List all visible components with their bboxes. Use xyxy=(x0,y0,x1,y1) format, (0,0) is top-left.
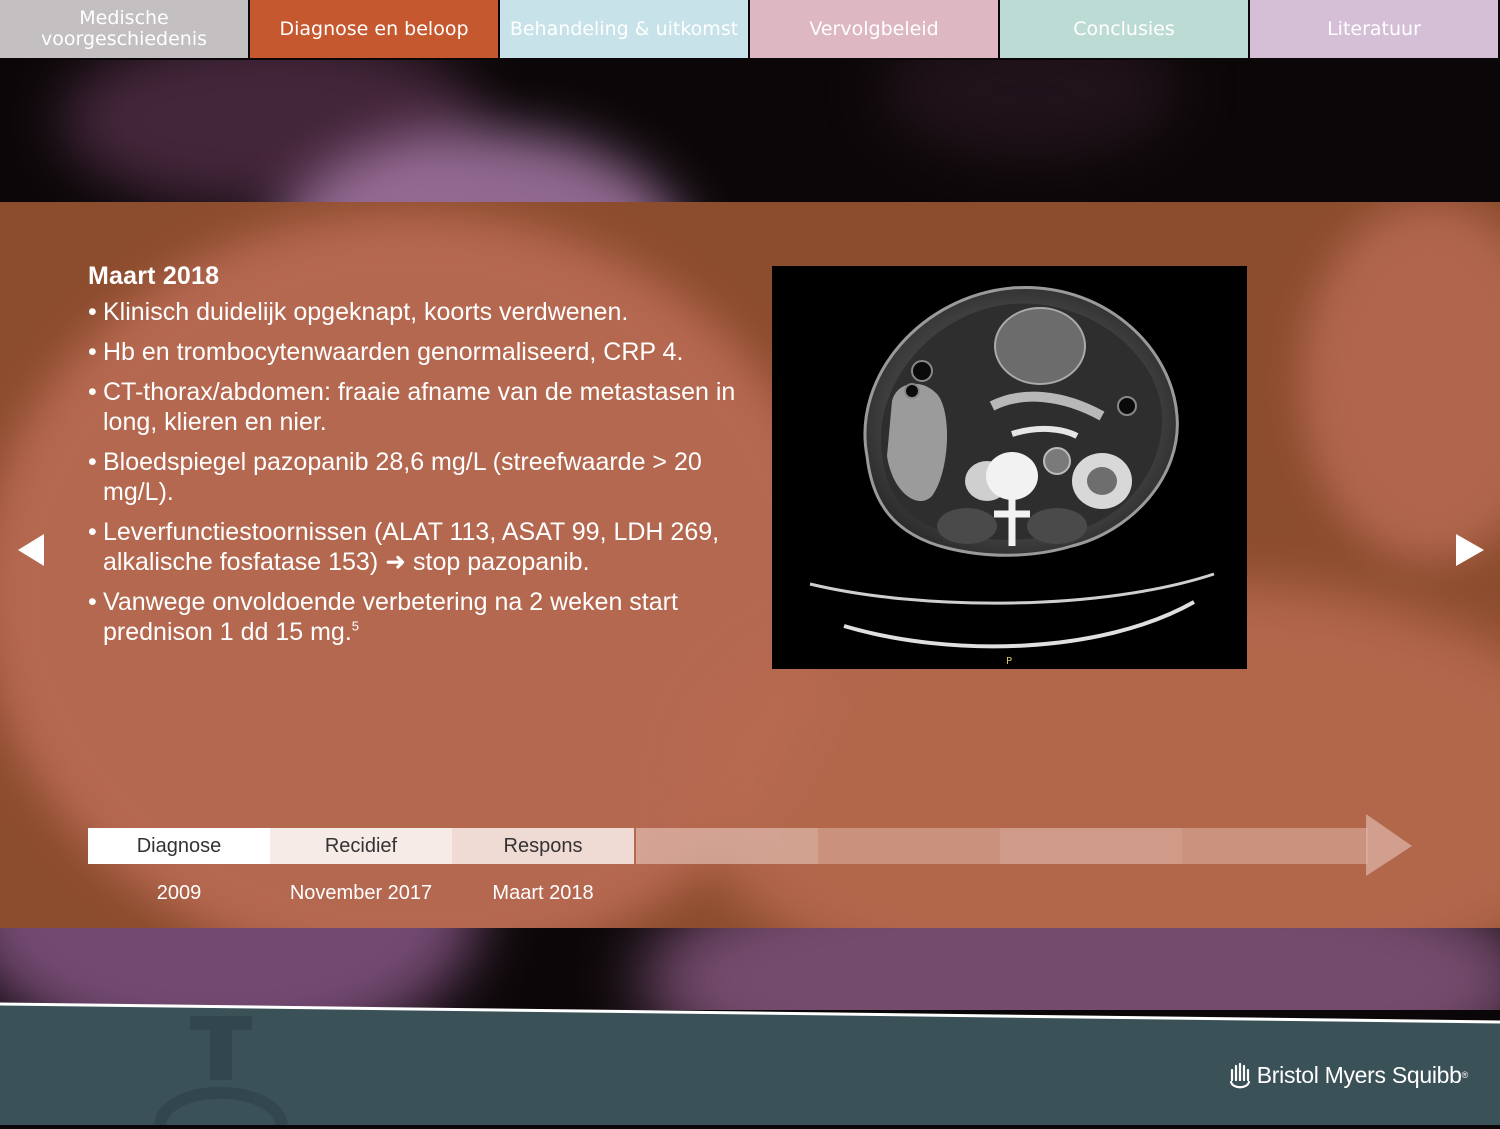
tab-label: Literatuur xyxy=(1327,17,1421,40)
tab-vervolgbeleid[interactable]: Vervolgbeleid xyxy=(750,0,998,58)
brand-name: Bristol Myers Squibb xyxy=(1256,1061,1462,1088)
timeline-stage-respons[interactable]: Respons xyxy=(452,828,634,864)
timeline-date: Maart 2018 xyxy=(492,882,594,904)
tab-conclusies[interactable]: Conclusies xyxy=(1000,0,1248,58)
timeline-stage-diagnose[interactable]: Diagnose xyxy=(88,828,270,864)
timeline: Diagnose Recidief Respons xyxy=(88,812,1418,882)
brand-trademark: ® xyxy=(1461,1070,1469,1080)
previous-slide-button[interactable] xyxy=(14,532,50,568)
arrow-left-icon xyxy=(18,534,44,566)
brand-logo: Bristol Myers Squibb ® xyxy=(1227,1060,1468,1090)
tab-label: Conclusies xyxy=(1073,17,1175,40)
panel-texture xyxy=(1300,202,1500,562)
tab-label: Vervolgbeleid xyxy=(809,17,939,40)
tab-medische-voorgeschiedenis[interactable]: Medische voorgeschiedenis xyxy=(0,0,248,58)
bullet-text: Bloedspiegel pazopanib 28,6 mg/L (streef… xyxy=(103,448,702,506)
tab-behandeling-uitkomst[interactable]: Behandeling & uitkomst xyxy=(500,0,748,58)
timeline-date: 2009 xyxy=(156,882,202,904)
timeline-date: November 2017 xyxy=(289,882,433,904)
bullet-text: Vanwege onvoldoende verbetering na 2 wek… xyxy=(103,588,678,646)
tab-label: Medische voorgeschiedenis xyxy=(40,7,208,50)
bullet-item: CT-thorax/abdomen: fraaie afname van de … xyxy=(88,377,738,437)
arrow-right-icon xyxy=(1456,534,1484,566)
hand-logo-icon xyxy=(1229,1062,1250,1089)
background-blob xyxy=(880,60,1180,160)
bullet-item: Leverfunctiestoornissen (ALAT 113, ASAT … xyxy=(88,517,738,577)
bullet-item: Bloedspiegel pazopanib 28,6 mg/L (streef… xyxy=(88,447,738,507)
bullet-text: Klinisch duidelijk opgeknapt, koorts ver… xyxy=(103,298,629,326)
section-heading: Maart 2018 xyxy=(88,262,220,290)
timeline-stage-label: Respons xyxy=(503,834,583,857)
timeline-stage-label: Diagnose xyxy=(136,834,222,857)
ct-scan-drawing: P xyxy=(772,266,1247,669)
ct-scan-image: P xyxy=(772,266,1247,669)
bullet-text: Leverfunctiestoornissen (ALAT 113, ASAT … xyxy=(103,518,720,576)
bullet-item: Vanwege onvoldoende verbetering na 2 wek… xyxy=(88,587,738,647)
tab-label: Behandeling & uitkomst xyxy=(509,17,739,40)
tab-diagnose-en-beloop[interactable]: Diagnose en beloop xyxy=(250,0,498,58)
timeline-stage-recidief[interactable]: Recidief xyxy=(270,828,452,864)
tab-literatuur[interactable]: Literatuur xyxy=(1250,0,1498,58)
bullet-text: Hb en trombocytenwaarden genormaliseerd,… xyxy=(103,338,684,366)
tab-label: Diagnose en beloop xyxy=(279,17,469,40)
case-text: Maart 2018 Klinisch duidelijk opgeknapt,… xyxy=(88,262,738,657)
bullet-list: Klinisch duidelijk opgeknapt, koorts ver… xyxy=(88,297,738,647)
bullet-text: CT-thorax/abdomen: fraaie afname van de … xyxy=(103,378,736,436)
bullet-item: Hb en trombocytenwaarden genormaliseerd,… xyxy=(88,337,738,367)
footnote-reference: 5 xyxy=(351,618,360,634)
timeline-stage-label: Recidief xyxy=(324,834,398,857)
scan-marker: P xyxy=(1006,656,1012,667)
top-navigation: Medische voorgeschiedenis Diagnose en be… xyxy=(0,0,1500,60)
bullet-item: Klinisch duidelijk opgeknapt, koorts ver… xyxy=(88,297,738,327)
next-slide-button[interactable] xyxy=(1452,532,1488,568)
